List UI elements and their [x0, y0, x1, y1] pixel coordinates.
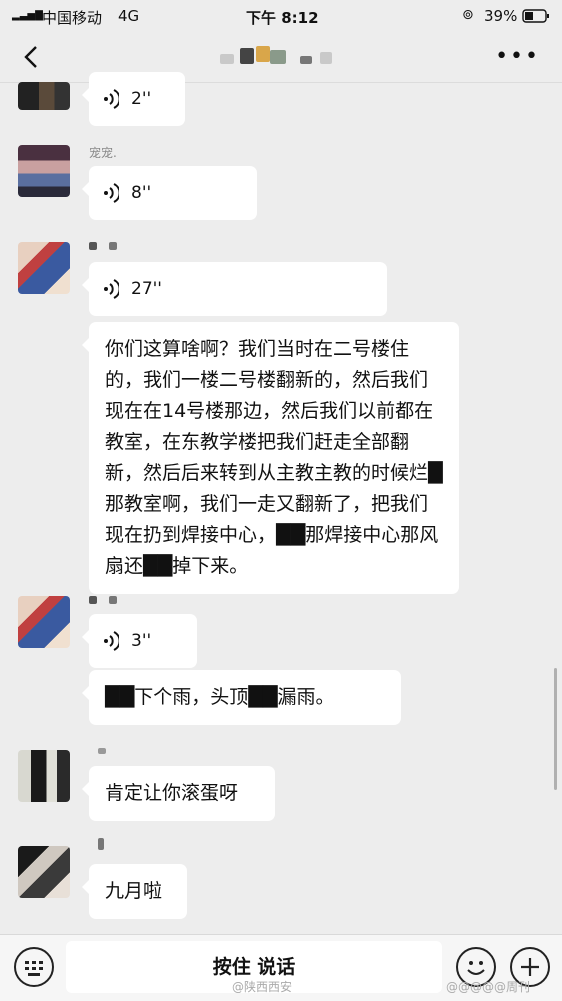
keyboard-toggle-button[interactable] [14, 947, 54, 987]
chat-title-redacted [220, 46, 340, 68]
carrier-label: 中国移动 [42, 9, 103, 27]
avatar[interactable] [18, 596, 70, 648]
status-bar: ▂▃▅▇ 中国移动 4G 下午 8:12 ⊚ 39% [0, 0, 562, 32]
battery-percent: 39% [484, 7, 518, 25]
text-message[interactable]: 肯定让你滚蛋呀 [82, 766, 275, 821]
keyboard-icon [25, 961, 43, 976]
voice-duration: 27'' [131, 278, 162, 299]
voice-wave-icon [104, 279, 119, 299]
rotation-lock-icon: ⊚ [462, 7, 474, 23]
chat-header: ••• [0, 32, 562, 83]
clock: 下午 8:12 [246, 9, 319, 27]
voice-message[interactable]: 27'' [82, 262, 387, 316]
chevron-left-icon [24, 46, 37, 68]
sender-name: 宠宠. [89, 146, 117, 160]
voice-message[interactable]: 3'' [82, 614, 197, 668]
voice-wave-icon [104, 183, 119, 203]
avatar[interactable] [18, 846, 70, 898]
voice-duration: 2'' [131, 88, 152, 109]
text-message[interactable]: 你们这算啥啊？我们当时在二号楼住的，我们一楼二号楼翻新的，然后我们现在在14号楼… [82, 322, 459, 594]
message-text: 肯定让你滚蛋呀 [105, 782, 239, 804]
voice-wave-icon [104, 89, 119, 109]
avatar[interactable] [18, 750, 70, 802]
message-text: 九月啦 [105, 880, 163, 902]
avatar[interactable] [18, 242, 70, 294]
text-message[interactable]: ██下个雨，头顶██漏雨。 [82, 670, 401, 725]
signal-icon: ▂▃▅▇ [12, 10, 43, 21]
more-options-button[interactable]: ••• [495, 46, 540, 68]
voice-duration: 8'' [131, 182, 152, 203]
battery-icon [522, 9, 550, 27]
voice-message[interactable]: 2'' [82, 72, 185, 126]
scrollbar[interactable] [554, 668, 557, 790]
watermark: @陕西西安 [232, 980, 293, 994]
voice-wave-icon [104, 631, 119, 651]
voice-message[interactable]: 8'' [82, 166, 257, 220]
watermark: @@@@@周刊 [446, 980, 531, 994]
avatar[interactable] [18, 82, 70, 110]
message-text: 你们这算啥啊？我们当时在二号楼住的，我们一楼二号楼翻新的，然后我们现在在14号楼… [105, 338, 443, 577]
message-text: ██下个雨，头顶██漏雨。 [105, 686, 335, 708]
network-label: 4G [118, 7, 140, 25]
avatar[interactable] [18, 145, 70, 197]
back-button[interactable] [18, 44, 44, 70]
text-message[interactable]: 九月啦 [82, 864, 187, 919]
voice-duration: 3'' [131, 630, 152, 651]
